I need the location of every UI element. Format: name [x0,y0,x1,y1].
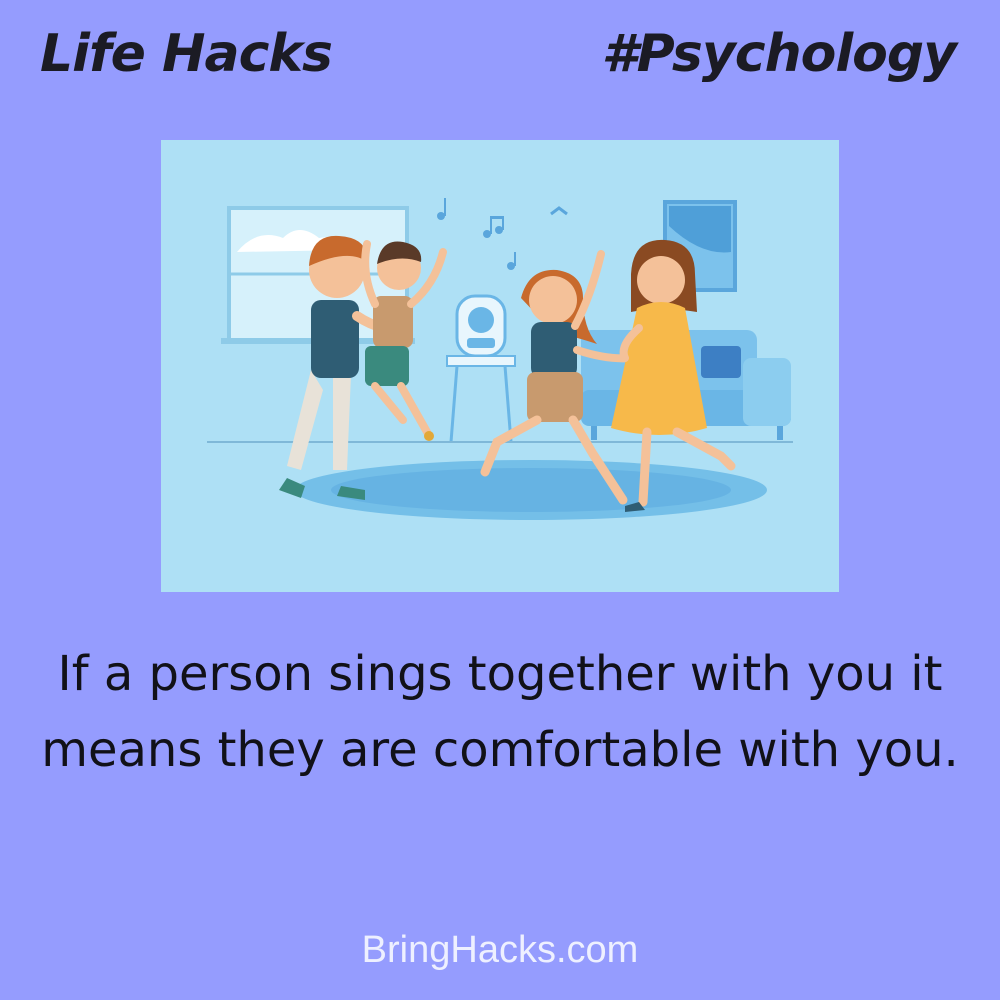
caption-text: If a person sings together with you it m… [41,646,959,778]
header-tag: #Psychology [601,24,957,84]
footer-site-link[interactable]: BringHacks.com [0,924,1000,976]
poster: Life Hacks #Psychology If a person sings… [0,0,1000,1000]
family-dancing-illustration [161,140,839,592]
header-title: Life Hacks [40,24,333,84]
